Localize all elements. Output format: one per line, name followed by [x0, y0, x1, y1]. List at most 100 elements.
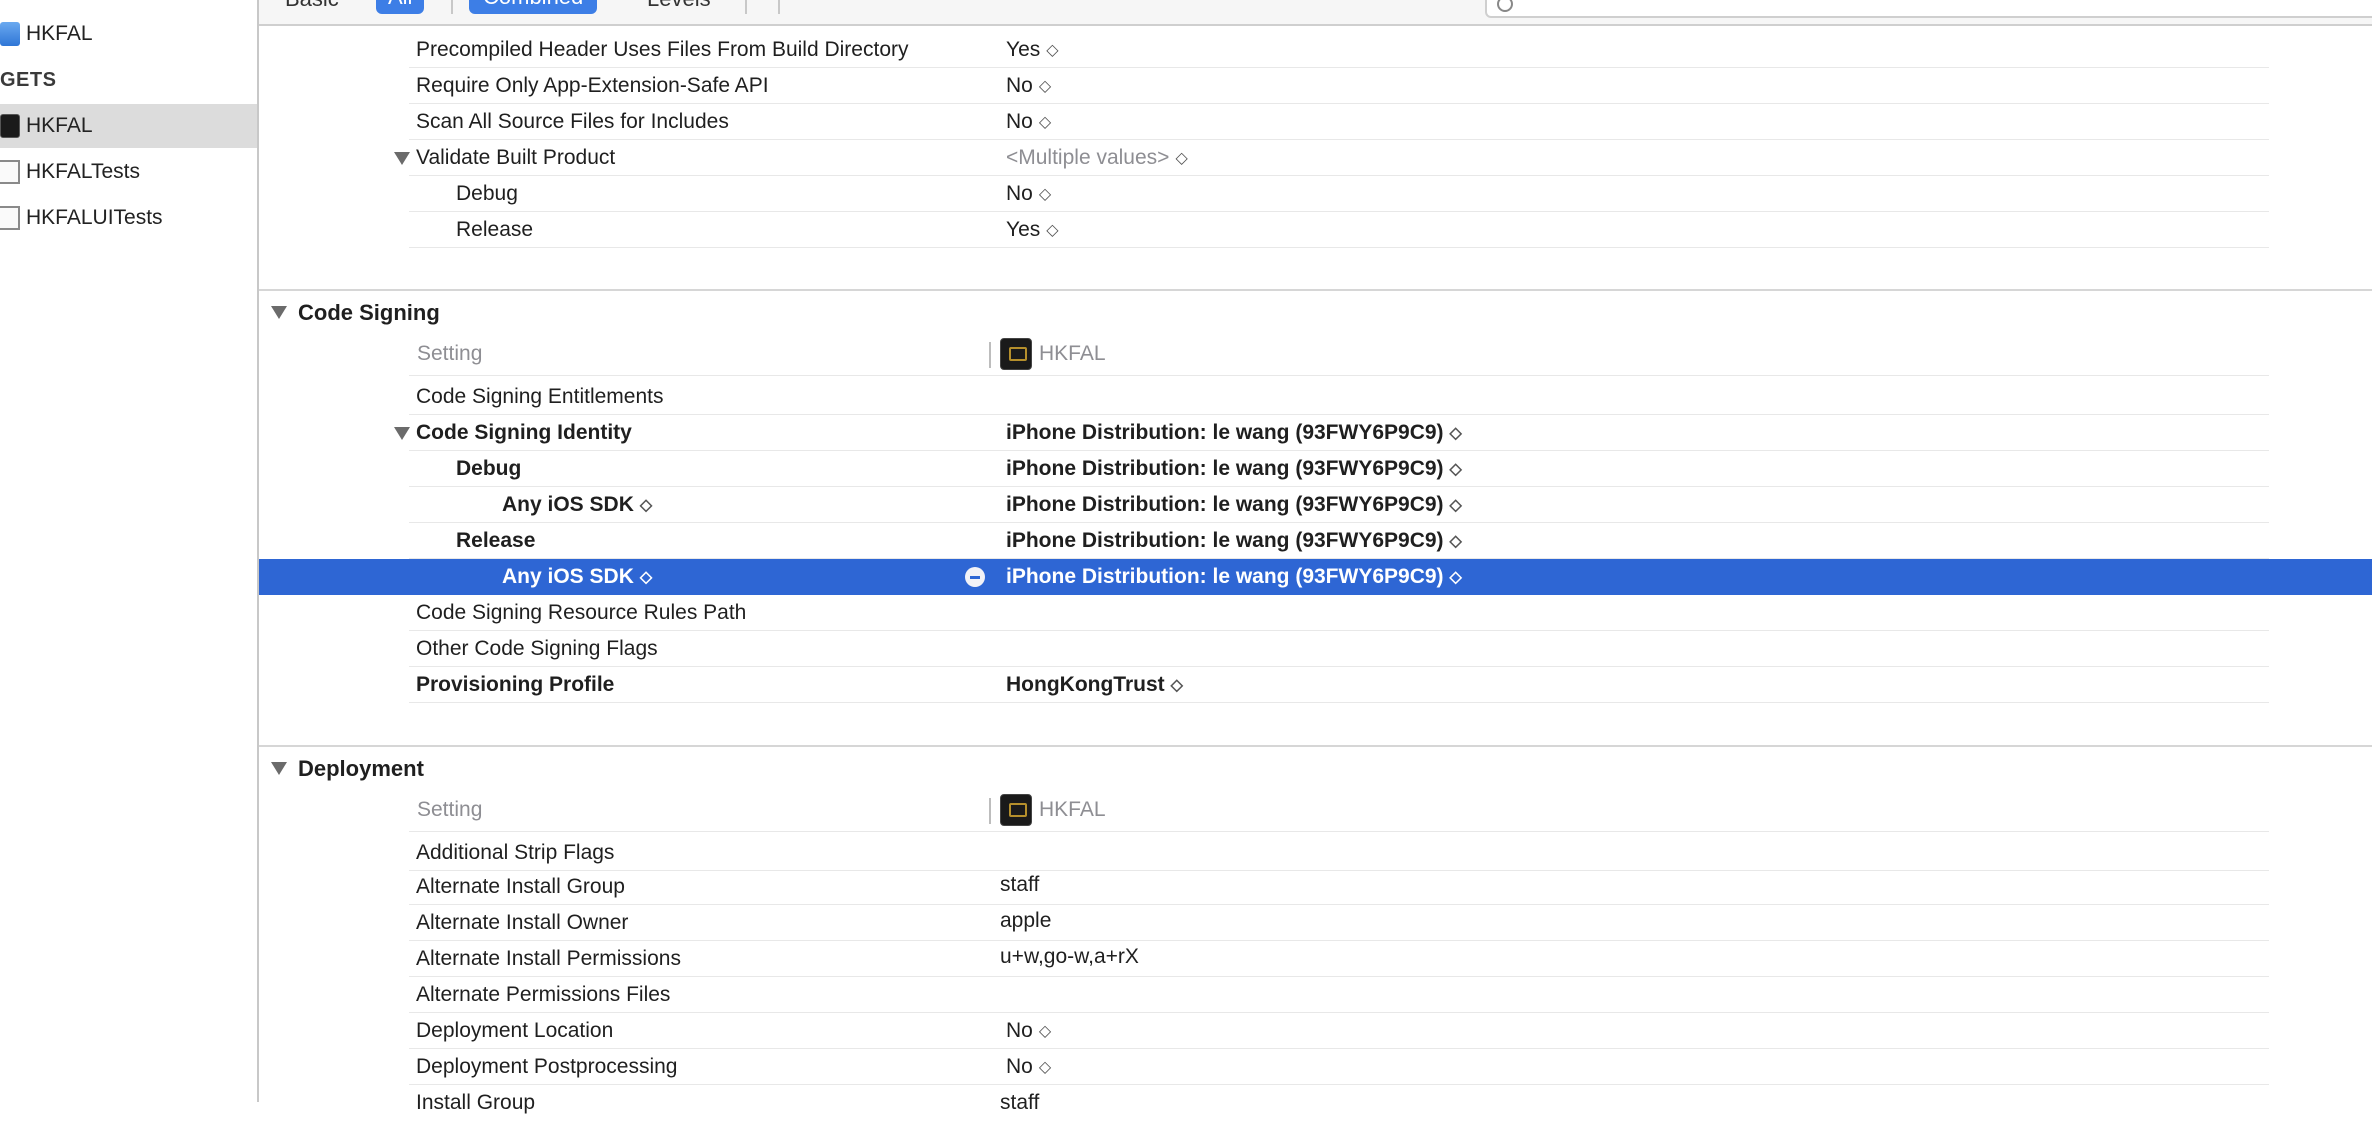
setting-row[interactable]: Deployment Location No ◇ — [259, 1013, 2372, 1049]
setting-row[interactable]: Precompiled Header Uses Files From Build… — [259, 32, 2372, 68]
setting-value[interactable]: No ◇ — [1006, 176, 1051, 212]
target-column-label: HKFAL — [1039, 342, 1106, 365]
test-bundle-icon — [0, 206, 20, 230]
project-icon — [0, 22, 20, 46]
setting-value[interactable]: staff — [1000, 1085, 1039, 1121]
setting-value[interactable]: No ◇ — [1006, 104, 1051, 140]
setting-row-expandable[interactable]: Code Signing Identity iPhone Distributio… — [259, 415, 2372, 451]
toolbar-divider — [745, 0, 747, 14]
stepper-icon[interactable]: ◇ — [1046, 213, 1058, 249]
setting-row[interactable]: Provisioning Profile HongKongTrust ◇ — [259, 667, 2372, 703]
toolbar-divider — [778, 0, 780, 14]
setting-value[interactable]: u+w,go-w,a+rX — [1000, 939, 1139, 975]
all-tab[interactable]: All — [376, 0, 425, 14]
setting-name: Alternate Permissions Files — [416, 983, 671, 1006]
setting-row-child[interactable]: Release Yes ◇ — [259, 212, 2372, 248]
project-label: HKFAL — [26, 22, 93, 45]
remove-condition-icon[interactable] — [965, 567, 985, 587]
setting-row[interactable]: Alternate Install Owner apple — [259, 905, 2372, 941]
setting-row[interactable]: Scan All Source Files for Includes No ◇ — [259, 104, 2372, 140]
stepper-icon[interactable]: ◇ — [1046, 33, 1058, 69]
disclosure-triangle-icon[interactable] — [394, 427, 410, 440]
setting-row[interactable]: Deployment Postprocessing No ◇ — [259, 1049, 2372, 1085]
app-icon — [1000, 794, 1032, 826]
setting-row-child[interactable]: Debug No ◇ — [259, 176, 2372, 212]
filter-bar: Basic All Combined Levels — [259, 0, 2372, 26]
setting-row[interactable]: Alternate Permissions Files — [259, 977, 2372, 1013]
stepper-icon[interactable]: ◇ — [1175, 141, 1187, 177]
stepper-icon[interactable]: ◇ — [1450, 452, 1462, 488]
setting-name: Alternate Install Group — [416, 875, 625, 898]
setting-value[interactable]: No ◇ — [1006, 68, 1051, 104]
setting-row-sdk[interactable]: Any iOS SDK ◇ iPhone Distribution: le wan… — [259, 487, 2372, 523]
setting-name: Code Signing Entitlements — [416, 385, 664, 408]
section-header-deployment[interactable]: Deployment — [259, 750, 2372, 788]
setting-value[interactable]: iPhone Distribution: le wang (93FWY6P9C9… — [1006, 559, 1462, 595]
stepper-icon[interactable]: ◇ — [1450, 416, 1462, 452]
setting-row-child[interactable]: Debug iPhone Distribution: le wang (93FW… — [259, 451, 2372, 487]
disclosure-triangle-icon[interactable] — [394, 152, 410, 165]
setting-row-sdk-selected[interactable]: Any iOS SDK ◇ iPhone Distribution: le wan… — [259, 559, 2372, 595]
target-label: HKFALUITests — [26, 206, 163, 229]
setting-row-child[interactable]: Release iPhone Distribution: le wang (93… — [259, 523, 2372, 559]
setting-value[interactable]: iPhone Distribution: le wang (93FWY6P9C9… — [1006, 451, 1462, 487]
project-item[interactable]: HKFAL — [0, 12, 257, 56]
setting-value[interactable]: <Multiple values> ◇ — [1006, 140, 1188, 176]
setting-row-expandable[interactable]: Validate Built Product <Multiple values>… — [259, 140, 2372, 176]
column-divider[interactable] — [989, 342, 991, 368]
setting-value[interactable]: Yes ◇ — [1006, 32, 1059, 68]
setting-name: Require Only App-Extension-Safe API — [416, 74, 769, 97]
stepper-icon[interactable]: ◇ — [1039, 177, 1051, 213]
stepper-icon[interactable]: ◇ — [1450, 488, 1462, 524]
setting-row[interactable]: Install Group staff — [259, 1085, 2372, 1121]
setting-row[interactable]: Alternate Install Permissions u+w,go-w,a… — [259, 941, 2372, 977]
sdk-condition[interactable]: Any iOS SDK ◇ — [502, 559, 652, 595]
basic-tab[interactable]: Basic — [285, 0, 339, 12]
setting-value[interactable]: No ◇ — [1006, 1049, 1051, 1085]
combined-tab[interactable]: Combined — [469, 0, 598, 14]
target-item-hkfaltests[interactable]: HKFALTests — [0, 150, 257, 194]
setting-value[interactable]: HongKongTrust ◇ — [1006, 667, 1183, 703]
setting-row[interactable]: Alternate Install Group staff — [259, 869, 2372, 905]
stepper-icon[interactable]: ◇ — [1450, 524, 1462, 560]
setting-row[interactable]: Code Signing Resource Rules Path — [259, 595, 2372, 631]
setting-value[interactable]: iPhone Distribution: le wang (93FWY6P9C9… — [1006, 523, 1462, 559]
setting-name: Release — [456, 529, 536, 552]
setting-value[interactable]: apple — [1000, 903, 1051, 939]
disclosure-triangle-icon[interactable] — [271, 306, 287, 319]
stepper-icon[interactable]: ◇ — [1039, 1014, 1051, 1050]
stepper-icon[interactable]: ◇ — [1171, 668, 1183, 704]
setting-name: Deployment Postprocessing — [416, 1055, 678, 1078]
setting-value[interactable]: iPhone Distribution: le wang (93FWY6P9C9… — [1006, 415, 1462, 451]
stepper-icon[interactable]: ◇ — [1039, 1050, 1051, 1086]
setting-row[interactable]: Additional Strip Flags — [259, 835, 2372, 871]
stepper-icon[interactable]: ◇ — [1039, 69, 1051, 105]
setting-row[interactable]: Code Signing Entitlements — [259, 379, 2372, 415]
stepper-icon[interactable]: ◇ — [1450, 560, 1462, 596]
setting-value[interactable]: Yes ◇ — [1006, 212, 1059, 248]
sdk-condition[interactable]: Any iOS SDK ◇ — [502, 487, 652, 523]
setting-row[interactable]: Require Only App-Extension-Safe API No ◇ — [259, 68, 2372, 104]
setting-name: Additional Strip Flags — [416, 841, 615, 864]
column-divider[interactable] — [989, 798, 991, 824]
setting-row[interactable]: Other Code Signing Flags — [259, 631, 2372, 667]
search-field[interactable] — [1485, 0, 2372, 18]
setting-name: Debug — [456, 457, 522, 480]
setting-column-label: Setting — [417, 798, 483, 821]
section-title: Code Signing — [298, 300, 440, 325]
section-header-code-signing[interactable]: Code Signing — [259, 294, 2372, 332]
setting-name: Scan All Source Files for Includes — [416, 110, 729, 133]
stepper-icon[interactable]: ◇ — [1039, 105, 1051, 141]
setting-value[interactable]: staff — [1000, 867, 1039, 903]
setting-name: Provisioning Profile — [416, 673, 615, 696]
disclosure-triangle-icon[interactable] — [271, 762, 287, 775]
stepper-icon[interactable]: ◇ — [640, 488, 652, 524]
target-item-hkfaluitests[interactable]: HKFALUITests — [0, 196, 257, 240]
stepper-icon[interactable]: ◇ — [640, 560, 652, 596]
setting-column-label: Setting — [417, 342, 483, 365]
levels-tab[interactable]: Levels — [647, 0, 711, 12]
setting-value[interactable]: iPhone Distribution: le wang (93FWY6P9C9… — [1006, 487, 1462, 523]
targets-heading-label: GETS — [0, 68, 57, 91]
target-item-hkfal[interactable]: HKFAL — [0, 104, 257, 148]
setting-value[interactable]: No ◇ — [1006, 1013, 1051, 1049]
